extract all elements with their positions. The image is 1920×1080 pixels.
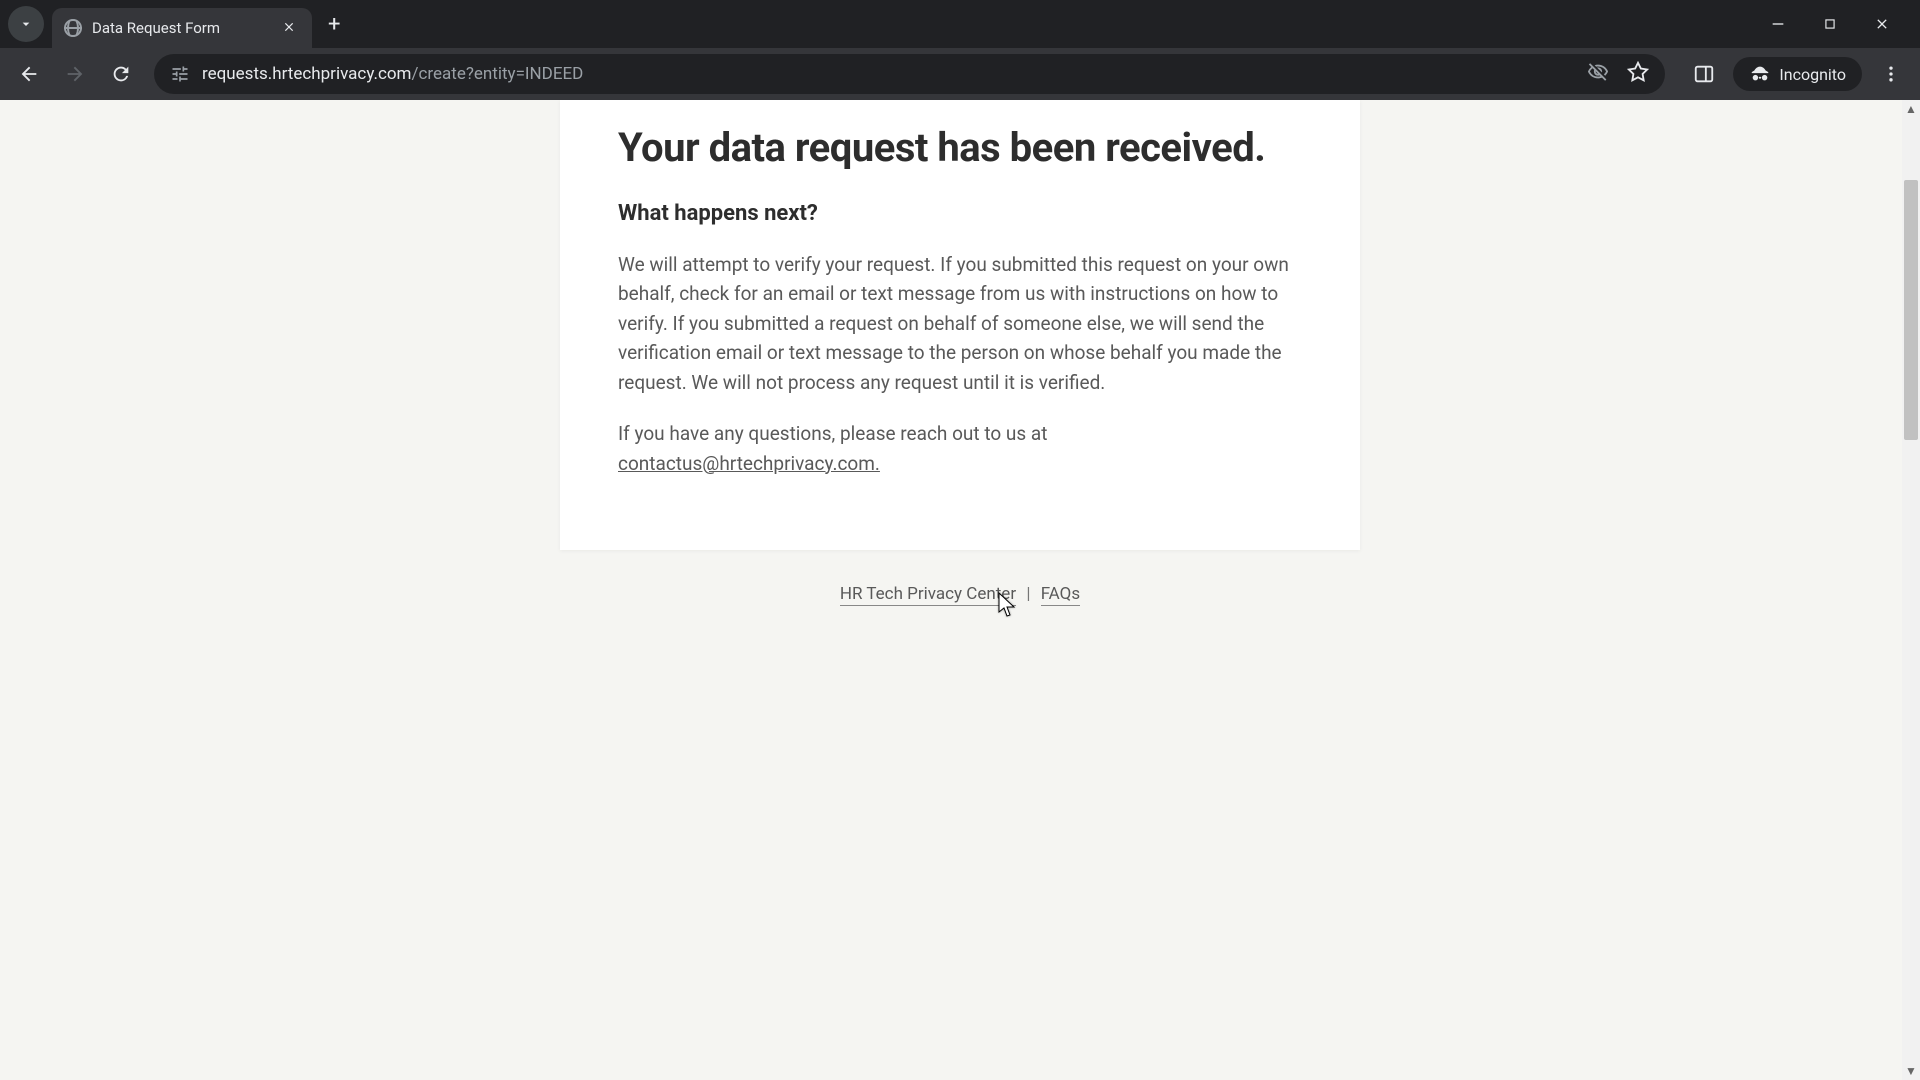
address-bar[interactable]: requests.hrtechprivacy.com/create?entity… (154, 54, 1665, 94)
footer-separator: | (1026, 584, 1030, 604)
url-path: /create?entity=INDEED (411, 64, 583, 84)
url-host: requests.hrtechprivacy.com (202, 64, 411, 84)
bookmark-button[interactable] (1627, 61, 1649, 87)
tab-search-button[interactable] (8, 6, 44, 42)
contact-email-link[interactable]: contactus@hrtechprivacy.com. (618, 452, 880, 475)
paragraph-2-prefix: If you have any questions, please reach … (618, 422, 1047, 445)
tab-title: Data Request Form (92, 19, 268, 37)
subheading: What happens next? (618, 201, 1302, 226)
chevron-down-icon (18, 16, 34, 32)
close-window-button[interactable] (1868, 10, 1896, 38)
maximize-icon (1823, 17, 1837, 31)
page-viewport: Your data request has been received. Wha… (0, 100, 1920, 1080)
toolbar-right: Incognito (1685, 55, 1910, 93)
incognito-label: Incognito (1779, 65, 1846, 84)
dots-vertical-icon (1881, 64, 1901, 84)
close-tab-button[interactable] (278, 16, 300, 41)
faqs-link[interactable]: FAQs (1041, 584, 1080, 606)
close-icon (1874, 16, 1890, 32)
tune-icon (170, 64, 190, 84)
reload-icon (110, 63, 132, 85)
arrow-left-icon (18, 63, 40, 85)
browser-chrome: Data Request Form + requests.hrtechpriva… (0, 0, 1920, 100)
minimize-icon (1770, 16, 1786, 32)
browser-tab[interactable]: Data Request Form (52, 8, 312, 48)
scroll-down-button[interactable]: ▼ (1902, 1062, 1920, 1080)
content-card: Your data request has been received. Wha… (560, 100, 1360, 550)
new-tab-button[interactable]: + (316, 12, 352, 37)
arrow-right-icon (64, 63, 86, 85)
tab-bar: Data Request Form + (0, 0, 1920, 48)
panel-icon (1693, 63, 1715, 85)
side-panel-button[interactable] (1685, 55, 1723, 93)
eye-off-icon (1587, 61, 1609, 83)
minimize-button[interactable] (1764, 10, 1792, 38)
back-button[interactable] (10, 55, 48, 93)
browser-menu-button[interactable] (1872, 55, 1910, 93)
incognito-icon (1749, 63, 1771, 85)
privacy-center-link[interactable]: HR Tech Privacy Center (840, 584, 1016, 606)
paragraph-2: If you have any questions, please reach … (618, 419, 1302, 478)
address-bar-actions (1587, 61, 1649, 87)
site-info-button[interactable] (170, 64, 190, 84)
incognito-badge[interactable]: Incognito (1733, 57, 1862, 91)
maximize-button[interactable] (1816, 10, 1844, 38)
scrollbar-thumb[interactable] (1904, 180, 1918, 440)
star-icon (1627, 61, 1649, 83)
browser-toolbar: requests.hrtechprivacy.com/create?entity… (0, 48, 1920, 100)
scrollbar-track[interactable]: ▲ ▼ (1902, 100, 1920, 1080)
window-controls (1764, 10, 1912, 38)
footer-links: HR Tech Privacy Center | FAQs (0, 550, 1920, 638)
close-icon (282, 20, 296, 34)
reload-button[interactable] (102, 55, 140, 93)
url-text[interactable]: requests.hrtechprivacy.com/create?entity… (202, 64, 1575, 84)
globe-icon (64, 19, 82, 37)
page-title: Your data request has been received. (618, 124, 1302, 171)
scroll-up-button[interactable]: ▲ (1902, 100, 1920, 118)
paragraph-1: We will attempt to verify your request. … (618, 250, 1302, 397)
eye-off-icon-button[interactable] (1587, 61, 1609, 87)
forward-button[interactable] (56, 55, 94, 93)
